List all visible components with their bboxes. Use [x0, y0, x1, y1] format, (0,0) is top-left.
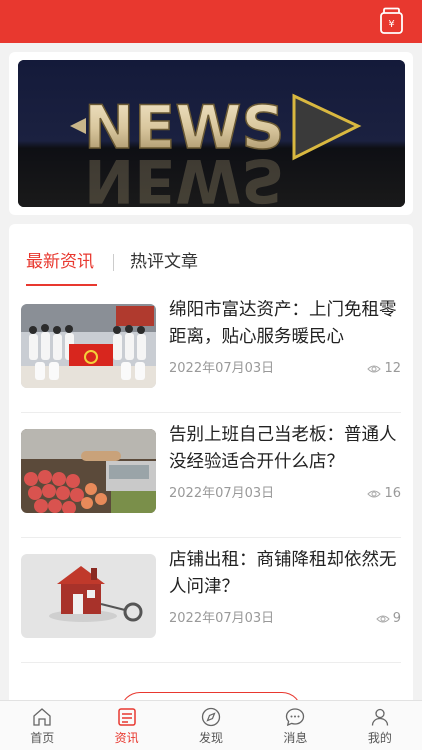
tab-latest-news[interactable]: 最新资讯 [26, 250, 94, 274]
article-date: 2022年07月03日 [169, 361, 275, 376]
svg-text:¥: ¥ [388, 19, 394, 30]
article-date: 2022年07月03日 [169, 611, 275, 626]
article-views: 16 [367, 485, 401, 503]
view-count: 16 [384, 486, 401, 501]
user-icon [371, 708, 388, 726]
news-banner[interactable]: NEWS NEWS [18, 60, 405, 207]
bottom-tab-bar: 首页 资讯 发现 消息 我的 [0, 700, 422, 750]
article-date: 2022年07月03日 [169, 486, 275, 501]
news-tabs: 最新资讯 热评文章 [9, 224, 413, 288]
nav-profile[interactable]: 我的 [338, 701, 422, 750]
article-title[interactable]: 告别上班自己当老板：普通人没经验适合开什么店？ [169, 422, 404, 476]
article-views: 12 [367, 360, 401, 378]
nav-news[interactable]: 资讯 [84, 701, 168, 750]
article-title[interactable]: 绵阳市富达资产：上门免租零距离，贴心服务暖民心 [169, 297, 404, 351]
nav-label: 首页 [30, 731, 55, 745]
article-thumbnail [21, 304, 156, 388]
top-bar: ¥ [0, 0, 422, 43]
view-count: 12 [384, 361, 401, 376]
nav-label: 资讯 [114, 731, 139, 745]
tab-hot-articles[interactable]: 热评文章 [130, 250, 198, 274]
nav-messages[interactable]: 消息 [253, 701, 337, 750]
nav-discover[interactable]: 发现 [169, 701, 253, 750]
wallet-icon[interactable]: ¥ [379, 7, 404, 35]
article-views: 9 [376, 610, 401, 628]
nav-label: 我的 [367, 731, 392, 745]
nav-label: 发现 [199, 731, 224, 745]
article-item[interactable]: 店铺出租：商铺降租却依然无人问津？ 2022年07月03日 9 [9, 538, 413, 663]
eye-icon [367, 365, 382, 373]
article-title[interactable]: 店铺出租：商铺降租却依然无人问津？ [169, 547, 404, 601]
compass-icon [201, 707, 221, 727]
article-divider [21, 662, 401, 663]
eye-icon [376, 615, 390, 623]
article-item[interactable]: 告别上班自己当老板：普通人没经验适合开什么店？ 2022年07月03日 16 [9, 413, 413, 538]
home-icon [33, 708, 51, 726]
active-tab-indicator [26, 284, 97, 286]
article-thumbnail [21, 429, 156, 513]
view-count: 9 [392, 611, 401, 626]
banner-card: NEWS NEWS [9, 52, 413, 215]
article-thumbnail [21, 554, 156, 638]
article-item[interactable]: 绵阳市富达资产：上门免租零距离，贴心服务暖民心 2022年07月03日 12 [9, 288, 413, 413]
news-icon [117, 708, 136, 726]
tab-divider [113, 254, 114, 271]
svg-text:NEWS: NEWS [84, 145, 285, 207]
nav-home[interactable]: 首页 [0, 701, 84, 750]
chat-icon [286, 708, 305, 727]
nav-label: 消息 [283, 731, 308, 745]
news-list-card: 最新资讯 热评文章 绵阳市富达资产：上门免租零距离，贴心服务暖民心 2022年0… [9, 224, 413, 700]
eye-icon [367, 490, 382, 498]
